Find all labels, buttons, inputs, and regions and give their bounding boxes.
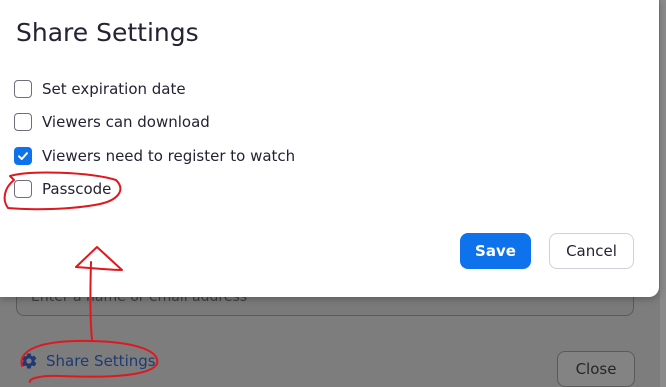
dialog-title: Share Settings	[16, 18, 199, 47]
option-label: Viewers need to register to watch	[42, 147, 296, 165]
option-passcode[interactable]: Passcode	[14, 178, 111, 200]
share-settings-dialog: Share Settings Set expiration date Viewe…	[0, 0, 659, 297]
passcode-checkbox[interactable]	[14, 180, 32, 198]
share-settings-link[interactable]: Share Settings	[20, 352, 156, 370]
share-settings-label: Share Settings	[46, 352, 156, 370]
option-viewers-can-download[interactable]: Viewers can download	[14, 111, 210, 133]
download-checkbox[interactable]	[14, 113, 32, 131]
option-label: Passcode	[42, 180, 112, 198]
option-label: Set expiration date	[42, 80, 186, 98]
checkmark-icon	[18, 152, 28, 160]
gear-icon	[21, 353, 37, 369]
background-edge	[660, 0, 666, 387]
save-button[interactable]: Save	[460, 233, 531, 269]
close-button[interactable]: Close	[557, 351, 635, 387]
option-set-expiration-date[interactable]: Set expiration date	[14, 78, 186, 100]
option-viewers-register[interactable]: Viewers need to register to watch	[14, 145, 295, 167]
cancel-button[interactable]: Cancel	[549, 233, 634, 269]
option-label: Viewers can download	[42, 113, 210, 131]
expiration-checkbox[interactable]	[14, 80, 32, 98]
register-checkbox[interactable]	[14, 147, 32, 165]
